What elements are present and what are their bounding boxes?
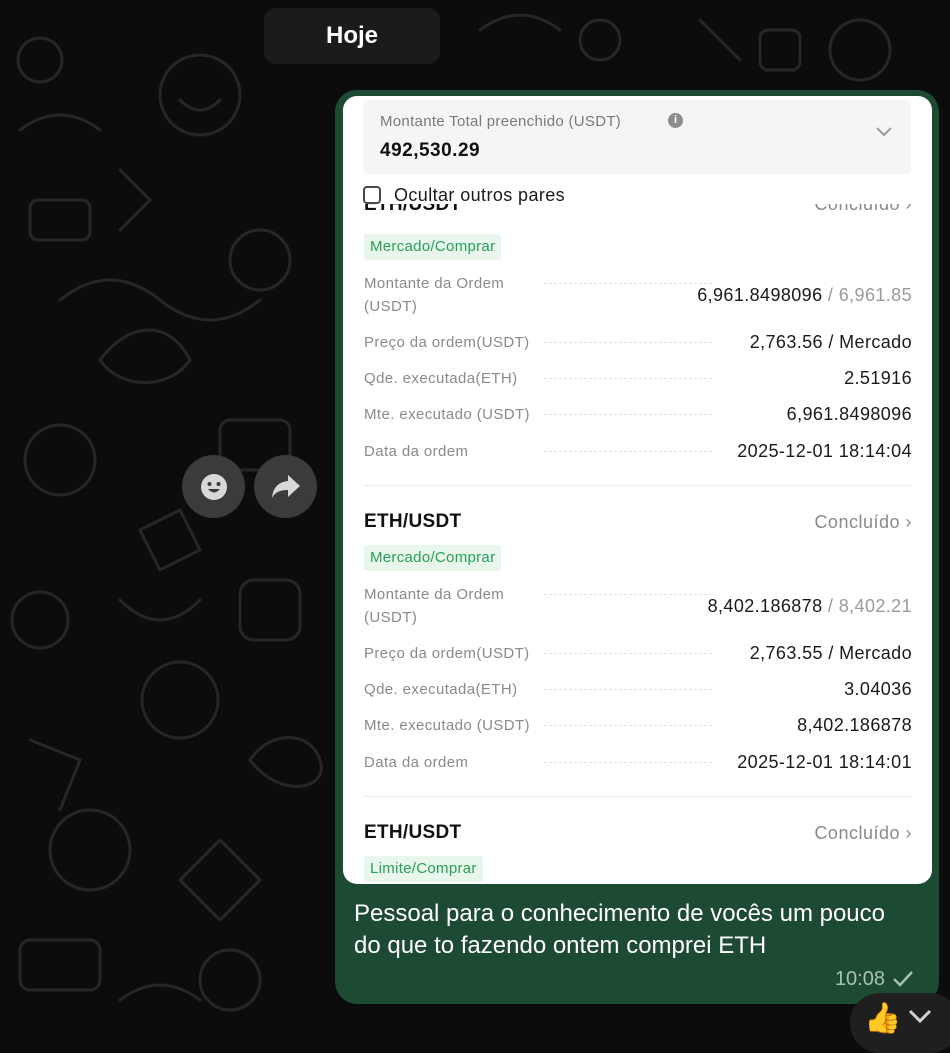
row-label: Data da ordem [364, 751, 477, 774]
order-row: Data da ordem 2025-12-01 18:14:01 [364, 751, 912, 775]
order-pair[interactable]: ETH/USDT [364, 511, 461, 533]
order-status[interactable]: Concluído › [814, 512, 912, 533]
row-label: Preço da ordem(USDT) [364, 642, 538, 665]
message-text: Pessoal para o conhecimento de vocês um … [354, 900, 885, 959]
order-pair[interactable]: ETH/USDT [364, 822, 461, 844]
row-label: Qde. executada(ETH) [364, 678, 526, 701]
order-row: Preço da ordem(USDT) 2,763.55 / Mercado [364, 642, 912, 666]
total-filled-label: Montante Total preenchido (USDT) [380, 113, 622, 130]
forward-arrow-icon [271, 474, 300, 498]
message-time: 10:08 [834, 968, 885, 990]
partial-order-header: ETH/USDT Concluído › [343, 204, 932, 218]
row-value: 8,402.186878 / 8,402.21 [699, 595, 912, 618]
row-label: Preço da ordem(USDT) [364, 331, 538, 354]
date-divider: Hoje [264, 8, 440, 64]
row-label: Mte. executado (USDT) [364, 714, 538, 737]
total-filled-value: 492,530.29 [380, 140, 481, 161]
chevron-down-icon [876, 127, 892, 137]
order-status: Concluído › [814, 204, 912, 214]
row-value: 2025-12-01 18:14:01 [729, 751, 912, 774]
row-value: 3.04036 [836, 678, 912, 701]
order-row: Mte. executado (USDT) 6,961.8498096 [364, 403, 912, 427]
row-label: Mte. executado (USDT) [364, 403, 538, 426]
order-divider [364, 485, 912, 486]
emoji-icon [200, 473, 227, 500]
hide-pairs-label: Ocultar outros pares [394, 184, 566, 205]
order-row: Preço da ordem(USDT) 2,763.56 / Mercado [364, 331, 912, 355]
order-status[interactable]: Concluído › [814, 823, 912, 844]
row-value: 2,763.56 / Mercado [741, 331, 912, 354]
row-value: 2.51916 [836, 367, 912, 390]
row-label: Qde. executada(ETH) [364, 367, 526, 390]
order-pair: ETH/USDT [364, 204, 462, 215]
hide-pairs-checkbox[interactable] [363, 186, 381, 204]
row-label: Montante da Ordem (USDT) [364, 583, 513, 629]
row-value: 8,402.186878 [789, 714, 912, 737]
row-value: 2,763.55 / Mercado [741, 642, 912, 665]
row-value: 2025-12-01 18:14:04 [729, 440, 912, 463]
order-row: Qde. executada(ETH) 2.51916 [364, 367, 912, 391]
message-bubble[interactable]: Montante Total preenchido (USDT) i 492,5… [335, 90, 939, 1004]
react-button[interactable] [182, 455, 245, 518]
info-icon: i [668, 113, 683, 128]
order-type-tag: Limite/Comprar [364, 856, 483, 882]
chevron-down-icon[interactable] [906, 1005, 934, 1027]
order-divider [364, 796, 912, 797]
single-check-icon [893, 971, 913, 987]
attached-screenshot[interactable]: Montante Total preenchido (USDT) i 492,5… [343, 96, 932, 884]
row-value: 6,961.8498096 / 6,961.85 [689, 284, 912, 307]
row-label: Montante da Ordem (USDT) [364, 272, 513, 318]
forward-button[interactable] [254, 455, 317, 518]
order-row: Montante da Ordem (USDT) 6,961.8498096 /… [364, 272, 912, 318]
thumbs-up-reaction[interactable]: 👍 [864, 1001, 901, 1036]
row-value: 6,961.8498096 [778, 403, 912, 426]
order-row: Qde. executada(ETH) 3.04036 [364, 678, 912, 702]
reaction-bar[interactable]: 👍 [850, 993, 950, 1053]
order-row: Mte. executado (USDT) 8,402.186878 [364, 714, 912, 738]
row-label: Data da ordem [364, 440, 477, 463]
order-row: Data da ordem 2025-12-01 18:14:04 [364, 440, 912, 464]
order-row: Montante da Ordem (USDT) 8,402.186878 / … [364, 583, 912, 629]
order-type-tag: Mercado/Comprar [364, 545, 502, 571]
order-type-tag: Mercado/Comprar [364, 234, 502, 260]
total-filled-panel[interactable]: Montante Total preenchido (USDT) i 492,5… [363, 100, 911, 174]
